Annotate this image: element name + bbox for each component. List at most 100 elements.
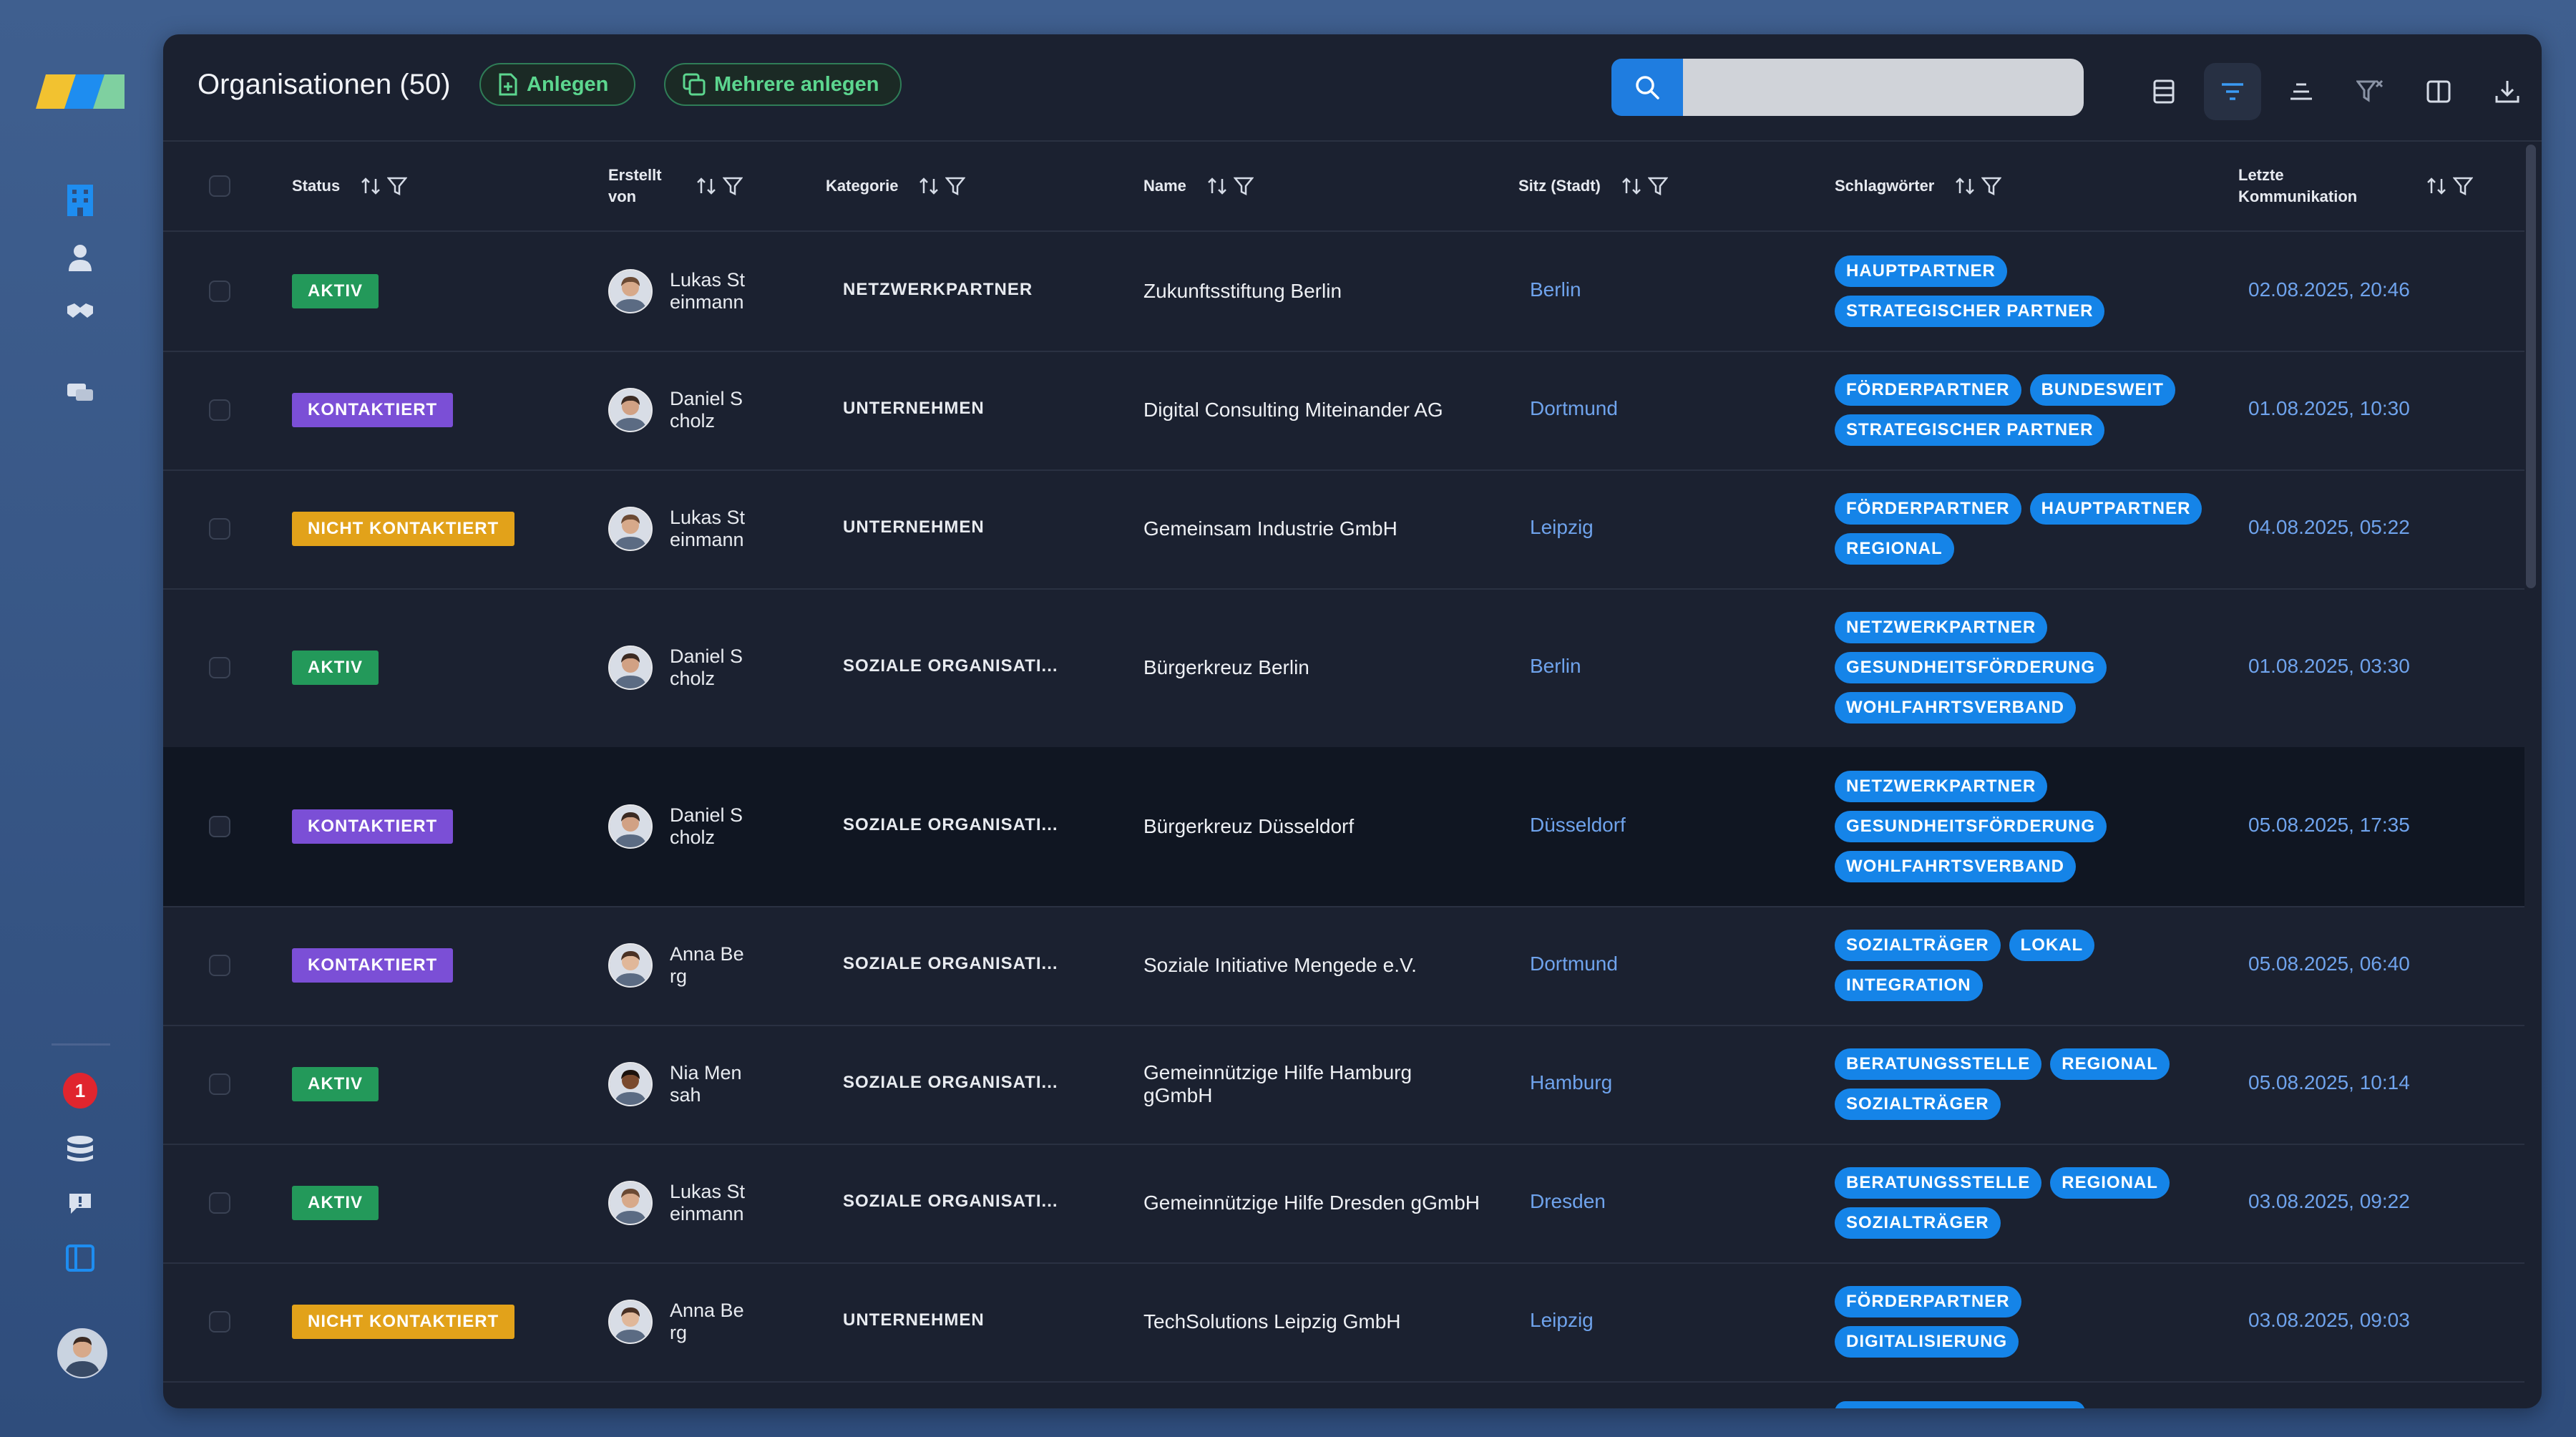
tag-chip[interactable]: SOZIALTRÄGER bbox=[1835, 1207, 2001, 1239]
tag-chip[interactable]: WOHLFAHRTSVERBAND bbox=[1835, 692, 2076, 724]
tag-chip[interactable]: STRATEGISCHER PARTNER bbox=[1835, 414, 2105, 446]
tag-chip[interactable]: HAUPTPARTNER bbox=[2029, 493, 2202, 525]
person-icon[interactable] bbox=[63, 240, 97, 275]
tag-chip[interactable]: STRATEGISCHER PARTNER bbox=[1835, 296, 2105, 327]
building-icon[interactable] bbox=[63, 183, 97, 218]
city-link[interactable]: Berlin bbox=[1530, 655, 1581, 678]
city-link[interactable]: Berlin bbox=[1530, 278, 1581, 301]
sidebar-toggle-icon[interactable] bbox=[63, 1241, 97, 1275]
sort-icon[interactable] bbox=[918, 176, 940, 196]
city-link[interactable]: Dortmund bbox=[1530, 397, 1618, 420]
tag-chip[interactable]: WOHLFAHRTSVERBAND bbox=[1835, 851, 2076, 882]
tag-chip[interactable]: INTEGRATION bbox=[1835, 970, 1983, 1001]
create-button[interactable]: Anlegen bbox=[479, 63, 635, 106]
organisation-name[interactable]: Digital Consulting Miteinander AG bbox=[1143, 399, 1480, 422]
tag-chip[interactable]: GESUNDHEITSFÖRDERUNG bbox=[1835, 652, 2107, 683]
row-checkbox[interactable] bbox=[209, 955, 230, 976]
tag-chip[interactable]: SOZIALTRÄGER bbox=[1835, 930, 2001, 961]
database-icon[interactable] bbox=[63, 1132, 97, 1166]
city-link[interactable]: Dresden bbox=[1530, 1190, 1606, 1213]
organisation-name[interactable]: Zukunftsstiftung Berlin bbox=[1143, 280, 1480, 303]
filter-icon[interactable] bbox=[387, 176, 408, 196]
tag-chip[interactable]: NETZWERKPARTNER bbox=[1835, 612, 2048, 643]
row-checkbox[interactable] bbox=[209, 518, 230, 540]
table-row[interactable]: AKTIV Lukas Steinmann SOZIALE ORGANISATI… bbox=[163, 1144, 2524, 1264]
sort-icon[interactable] bbox=[1621, 176, 1642, 196]
filter-icon[interactable] bbox=[2453, 176, 2473, 196]
sort-icon[interactable] bbox=[360, 176, 381, 196]
create-multiple-button[interactable]: Mehrere anlegen bbox=[664, 63, 902, 106]
city-link[interactable]: Leipzig bbox=[1530, 1309, 1594, 1332]
table-row[interactable]: AKTIV Nia Mensah SOZIALE ORGANISATI... G… bbox=[163, 1025, 2524, 1145]
table-row[interactable]: KONTAKTIERT Daniel Scholz SOZIALE ORGANI… bbox=[163, 747, 2524, 907]
table-row[interactable]: NICHT KONTAKTIERT Lukas Steinmann UNTERN… bbox=[163, 469, 2524, 590]
tag-chip[interactable]: GESUNDHEITSFÖRDERUNG bbox=[1835, 811, 2107, 842]
density-button[interactable] bbox=[2273, 63, 2330, 120]
sort-icon[interactable] bbox=[1206, 176, 1228, 196]
filter-icon[interactable] bbox=[1233, 176, 1254, 196]
organisation-name[interactable]: TechSolutions Leipzig GmbH bbox=[1143, 1310, 1480, 1333]
select-all-checkbox[interactable] bbox=[209, 175, 230, 197]
tag-chip[interactable]: REGIONAL bbox=[1835, 533, 1954, 565]
sort-icon[interactable] bbox=[696, 176, 717, 196]
organisation-name[interactable]: Gemeinnützige Hilfe Hamburg gGmbH bbox=[1143, 1061, 1480, 1107]
table-scrollbar[interactable] bbox=[2526, 145, 2536, 588]
status-badge[interactable]: AKTIV bbox=[292, 1067, 379, 1101]
filter-icon[interactable] bbox=[1647, 176, 1668, 196]
tag-chip[interactable]: FÖRDERPARTNER bbox=[1835, 1286, 2021, 1317]
columns-button[interactable] bbox=[2410, 63, 2467, 120]
city-link[interactable]: Leipzig bbox=[1530, 516, 1594, 539]
status-badge[interactable]: AKTIV bbox=[292, 1186, 379, 1220]
tag-chip[interactable]: BUNDESWEIT bbox=[2029, 374, 2175, 406]
status-badge[interactable]: NICHT KONTAKTIERT bbox=[292, 512, 515, 546]
status-badge[interactable]: KONTAKTIERT bbox=[292, 948, 454, 983]
status-badge[interactable]: AKTIV bbox=[292, 274, 379, 308]
download-button[interactable] bbox=[2479, 63, 2536, 120]
table-row[interactable]: AKTIV Lukas Steinmann NETZWERKPARTNER Zu… bbox=[163, 232, 2524, 352]
organisation-name[interactable]: Gemeinsam Industrie GmbH bbox=[1143, 517, 1480, 540]
status-badge[interactable]: KONTAKTIERT bbox=[292, 809, 454, 844]
tag-chip[interactable]: DIGITALISIERUNG bbox=[1835, 1326, 2019, 1358]
tag-chip[interactable]: FÖRDERPARTNER bbox=[1835, 374, 2021, 406]
tag-chip[interactable]: REGIONAL bbox=[2050, 1167, 2170, 1199]
organisation-name[interactable]: Bürgerkreuz Düsseldorf bbox=[1143, 815, 1480, 838]
app-logo[interactable] bbox=[36, 72, 125, 112]
tag-chip[interactable]: LOKAL bbox=[2009, 930, 2095, 961]
sort-icon[interactable] bbox=[2426, 176, 2447, 196]
row-checkbox[interactable] bbox=[209, 657, 230, 678]
chat-icon[interactable] bbox=[63, 376, 97, 411]
city-link[interactable]: Dortmund bbox=[1530, 953, 1618, 975]
organisation-name[interactable]: Soziale Initiative Mengede e.V. bbox=[1143, 954, 1480, 977]
tag-chip[interactable]: BERATUNGSSTELLE bbox=[1835, 1048, 2042, 1080]
table-row[interactable]: AKTIV Daniel Scholz SOZIALE ORGANISATI..… bbox=[163, 588, 2524, 749]
table-row[interactable]: KONTAKTIERT Daniel Scholz UNTERNEHMEN Di… bbox=[163, 351, 2524, 471]
tag-chip[interactable]: FÖRDERPARTNER bbox=[1835, 493, 2021, 525]
city-link[interactable]: Hamburg bbox=[1530, 1071, 1612, 1094]
row-checkbox[interactable] bbox=[209, 1311, 230, 1333]
sort-icon[interactable] bbox=[1954, 176, 1976, 196]
row-checkbox[interactable] bbox=[209, 281, 230, 302]
table-row[interactable]: NICHT KONTAKTIERT Anna Berg UNTERNEHMEN … bbox=[163, 1262, 2524, 1383]
compact-view-button[interactable] bbox=[2135, 63, 2192, 120]
status-badge[interactable]: AKTIV bbox=[292, 651, 379, 685]
handshake-icon[interactable] bbox=[63, 293, 97, 328]
user-avatar[interactable] bbox=[57, 1328, 107, 1378]
city-link[interactable]: Düsseldorf bbox=[1530, 814, 1626, 837]
search-input[interactable] bbox=[1683, 59, 2084, 116]
tag-chip[interactable]: NETZWERKPARTNER bbox=[1835, 771, 2048, 802]
status-badge[interactable]: KONTAKTIERT bbox=[292, 393, 454, 427]
row-checkbox[interactable] bbox=[209, 399, 230, 421]
tag-chip[interactable]: BERATUNGSSTELLE bbox=[1835, 1167, 2042, 1199]
tag-chip[interactable]: HAUPTPARTNER bbox=[1835, 255, 2007, 287]
row-checkbox[interactable] bbox=[209, 816, 230, 837]
tag-chip[interactable]: SOZIALTRÄGER bbox=[1835, 1088, 2001, 1120]
filter-icon[interactable] bbox=[723, 176, 743, 196]
clear-filter-button[interactable] bbox=[2341, 63, 2399, 120]
organisation-name[interactable]: Gemeinnützige Hilfe Dresden gGmbH bbox=[1143, 1192, 1480, 1214]
feedback-icon[interactable] bbox=[63, 1187, 97, 1221]
status-badge[interactable]: NICHT KONTAKTIERT bbox=[292, 1305, 515, 1339]
filter-icon[interactable] bbox=[945, 176, 966, 196]
tag-chip[interactable]: REGIONAL bbox=[2050, 1048, 2170, 1080]
organisation-name[interactable]: Bürgerkreuz Berlin bbox=[1143, 656, 1480, 679]
row-checkbox[interactable] bbox=[209, 1073, 230, 1095]
